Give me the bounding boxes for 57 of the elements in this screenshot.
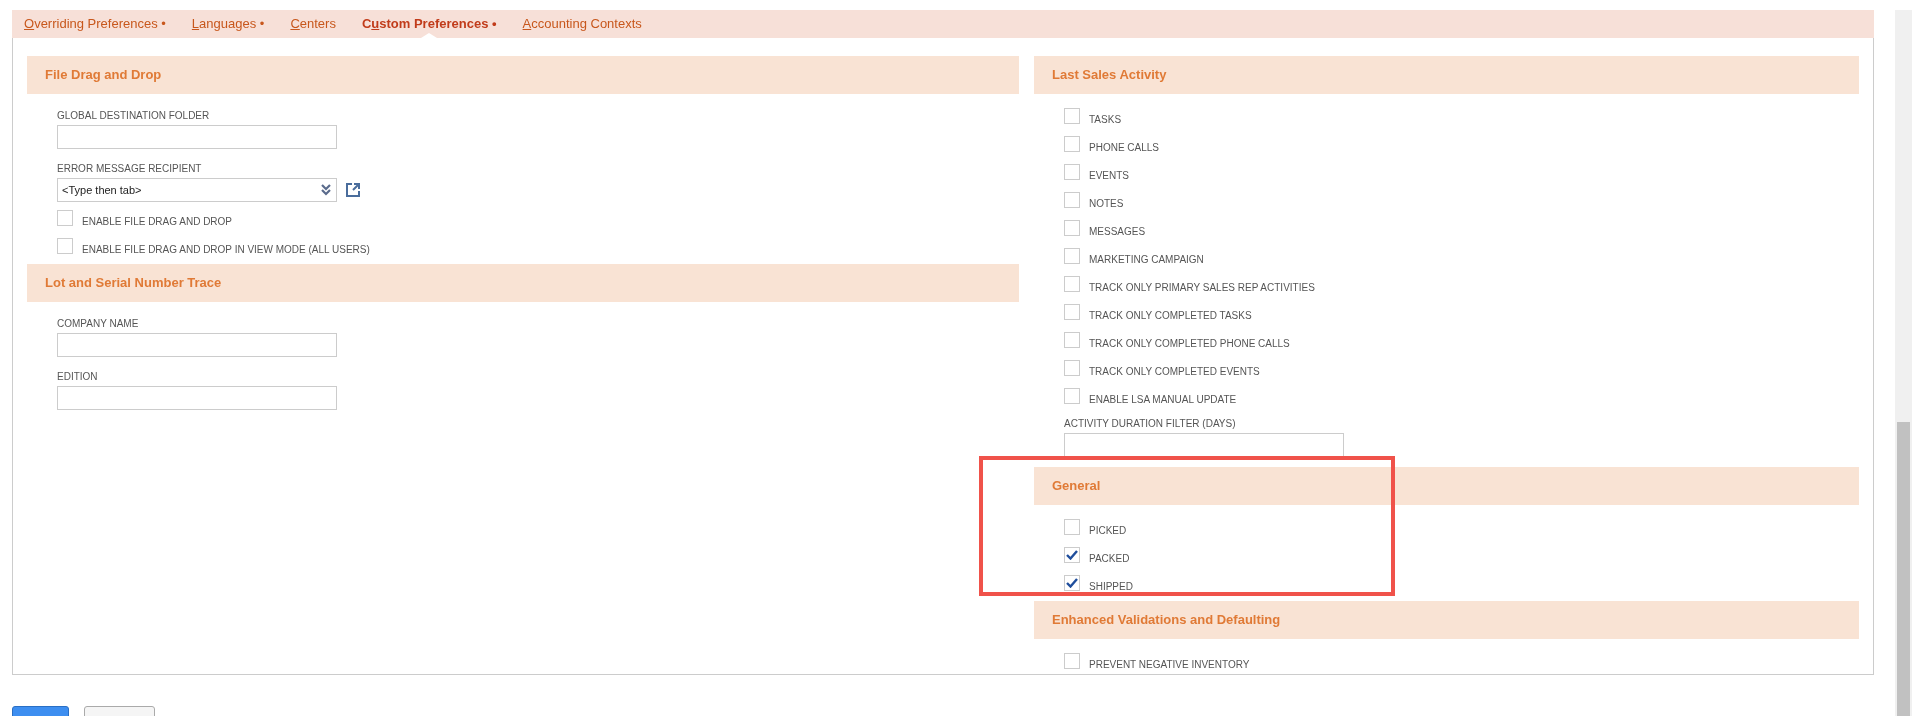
checkbox[interactable] <box>1064 653 1080 669</box>
open-external-icon[interactable] <box>345 182 361 198</box>
section-header: File Drag and Drop <box>27 56 1019 94</box>
checkbox-label: ENABLE LSA MANUAL UPDATE <box>1089 394 1237 406</box>
checkbox[interactable] <box>1064 192 1080 208</box>
checkbox-label: TASKS <box>1089 114 1122 126</box>
tab[interactable]: Languages • <box>185 10 271 38</box>
input-field[interactable] <box>1064 433 1344 457</box>
checkbox[interactable] <box>1064 575 1080 591</box>
checkbox-label: PREVENT NEGATIVE INVENTORY <box>1089 659 1250 671</box>
checkbox-label: ENABLE FILE DRAG AND DROP IN VIEW MODE (ALL USERS) <box>82 244 370 256</box>
section-header: Last Sales Activity <box>1034 56 1859 94</box>
checkbox[interactable] <box>1064 248 1080 264</box>
checkbox-label: MESSAGES <box>1089 226 1146 238</box>
checkbox-label: PHONE CALLS <box>1089 142 1160 154</box>
checkbox[interactable] <box>1064 519 1080 535</box>
checkbox[interactable] <box>57 238 73 254</box>
checkbox[interactable] <box>1064 164 1080 180</box>
field-label: COMPANY NAME <box>57 317 140 331</box>
input-field[interactable] <box>57 333 337 357</box>
checkbox[interactable] <box>1064 304 1080 320</box>
tab[interactable]: Centers <box>284 10 342 38</box>
field-label: EDITION <box>57 370 99 384</box>
checkbox[interactable] <box>1064 220 1080 236</box>
tab[interactable]: Accounting Contexts <box>516 10 648 38</box>
checkbox-label: MARKETING CAMPAIGN <box>1089 254 1204 266</box>
checkbox[interactable] <box>57 210 73 226</box>
checkbox[interactable] <box>1064 276 1080 292</box>
checkbox-label: ENABLE FILE DRAG AND DROP <box>82 216 233 228</box>
checkbox[interactable] <box>1064 388 1080 404</box>
field-label: GLOBAL DESTINATION FOLDER <box>57 109 211 123</box>
checkbox-label: SHIPPED <box>1089 581 1133 593</box>
checkbox-label: PACKED <box>1089 553 1130 565</box>
checkbox[interactable] <box>1064 360 1080 376</box>
checkbox-label: TRACK ONLY PRIMARY SALES REP ACTIVITIES <box>1089 282 1315 294</box>
field-label: ACTIVITY DURATION FILTER (DAYS) <box>1064 417 1237 431</box>
checkbox[interactable] <box>1064 108 1080 124</box>
checkbox-label: NOTES <box>1089 198 1124 210</box>
tab[interactable]: Overriding Preferences • <box>18 10 172 38</box>
double-chevron-icon <box>320 184 332 196</box>
input-field[interactable] <box>57 386 337 410</box>
checkbox-label: PICKED <box>1089 525 1127 537</box>
tab[interactable]: Custom Preferences • <box>355 10 503 38</box>
checkbox-label: TRACK ONLY COMPLETED PHONE CALLS <box>1089 338 1290 350</box>
checkbox-label: TRACK ONLY COMPLETED TASKS <box>1089 310 1252 322</box>
scrollbar-thumb[interactable] <box>1897 422 1910 716</box>
checkbox[interactable] <box>1064 332 1080 348</box>
section-header: General <box>1034 467 1859 505</box>
input-field[interactable] <box>57 125 337 149</box>
section-header: Enhanced Validations and Defaulting <box>1034 601 1859 639</box>
checkbox[interactable] <box>1064 547 1080 563</box>
dropdown-field[interactable]: <Type then tab> <box>57 178 337 202</box>
checkbox-label: TRACK ONLY COMPLETED EVENTS <box>1089 366 1260 378</box>
field-label: ERROR MESSAGE RECIPIENT <box>57 162 203 176</box>
section-header: Lot and Serial Number Trace <box>27 264 1019 302</box>
checkbox[interactable] <box>1064 136 1080 152</box>
checkbox-label: EVENTS <box>1089 170 1129 182</box>
